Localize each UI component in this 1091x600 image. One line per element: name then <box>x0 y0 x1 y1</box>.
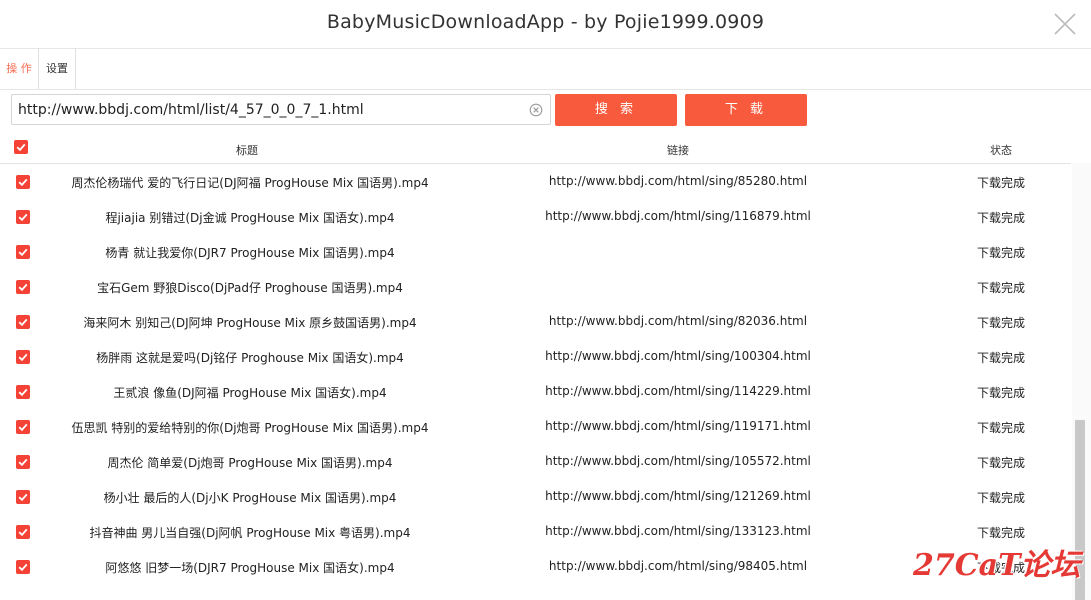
row-title: 周杰伦 简单爱(Dj炮哥 ProgHouse Mix 国语男).mp4 <box>107 456 393 470</box>
title-bar: BabyMusicDownloadApp - by Pojie1999.0909 <box>0 0 1091 49</box>
check-icon <box>18 423 28 432</box>
row-title: 程jiajia 别错过(Dj金诚 ProgHouse Mix 国语女).mp4 <box>105 211 395 225</box>
clear-circle-icon[interactable] <box>529 103 543 117</box>
row-status: 下载完成 <box>976 246 1025 260</box>
row-checkbox[interactable] <box>16 560 30 574</box>
row-checkbox[interactable] <box>16 455 30 469</box>
close-icon <box>1054 13 1076 35</box>
row-status: 下载完成 <box>976 316 1025 330</box>
table-row[interactable]: 周杰伦杨瑞代 爱的飞行日记(DJ阿福 ProgHouse Mix 国语男).mp… <box>0 165 1071 200</box>
row-checkbox[interactable] <box>16 350 30 364</box>
row-title: 宝石Gem 野狼Disco(DjPad仔 Proghouse 国语男).mp4 <box>97 281 403 295</box>
table-row[interactable]: 程jiajia 别错过(Dj金诚 ProgHouse Mix 国语女).mp4 h… <box>0 200 1071 235</box>
row-link: http://www.bbdj.com/html/sing/133123.htm… <box>545 524 811 538</box>
row-title: 抖音神曲 男儿当自强(Dj阿帆 ProgHouse Mix 粤语男).mp4 <box>89 526 411 540</box>
header-link[interactable]: 链接 <box>450 142 906 158</box>
window-title: BabyMusicDownloadApp - by Pojie1999.0909 <box>326 11 765 33</box>
table-header: 标题 链接 状态 <box>0 136 1071 164</box>
table-body: 抖音神曲 孤勇者(DJ阿福 ProgHouse Mix 国语男).mp4http… <box>0 136 1071 585</box>
toolbar: 搜 索 下 载 <box>0 90 1091 132</box>
row-link: http://www.bbdj.com/html/sing/100304.htm… <box>545 349 811 363</box>
row-link: http://www.bbdj.com/html/sing/116879.htm… <box>545 209 811 223</box>
row-checkbox[interactable] <box>16 385 30 399</box>
check-icon <box>18 178 28 187</box>
row-status: 下载完成 <box>976 456 1025 470</box>
tab-operation[interactable]: 操 作 <box>0 48 39 89</box>
row-title: 王贰浪 像鱼(DJ阿福 ProgHouse Mix 国语女).mp4 <box>113 386 387 400</box>
table-row[interactable]: 周杰伦 简单爱(Dj炮哥 ProgHouse Mix 国语男).mp4 http:… <box>0 445 1071 480</box>
watermark-logo: 27CaT论坛 <box>913 548 1081 583</box>
table-row[interactable]: 海来阿木 别知己(DJ阿坤 ProgHouse Mix 原乡鼓国语男).mp4 h… <box>0 305 1071 340</box>
row-title: 杨青 就让我爱你(DJR7 ProgHouse Mix 国语男).mp4 <box>105 246 395 260</box>
vertical-scrollbar[interactable] <box>1072 163 1091 600</box>
row-checkbox[interactable] <box>16 315 30 329</box>
check-icon <box>18 213 28 222</box>
table-row[interactable]: 伍思凯 特别的爱给特别的你(Dj炮哥 ProgHouse Mix 国语男).mp… <box>0 410 1071 445</box>
url-input[interactable] <box>18 98 523 121</box>
row-link: http://www.bbdj.com/html/sing/105572.htm… <box>545 454 811 468</box>
check-icon <box>18 388 28 397</box>
row-status: 下载完成 <box>976 176 1025 190</box>
download-button[interactable]: 下 载 <box>685 94 807 126</box>
table-row[interactable]: 杨小壮 最后的人(Dj小K ProgHouse Mix 国语男).mp4 http… <box>0 480 1071 515</box>
song-table: 标题 链接 状态 抖音神曲 孤勇者(DJ阿福 ProgHouse Mix 国语男… <box>0 136 1071 600</box>
row-link: http://www.bbdj.com/html/sing/121269.htm… <box>545 489 811 503</box>
row-link: http://www.bbdj.com/html/sing/114229.htm… <box>545 384 811 398</box>
row-checkbox[interactable] <box>16 280 30 294</box>
check-icon <box>18 458 28 467</box>
row-checkbox[interactable] <box>16 490 30 504</box>
url-field <box>11 94 551 125</box>
check-icon <box>18 528 28 537</box>
tab-settings[interactable]: 设置 <box>39 48 76 89</box>
header-status[interactable]: 状态 <box>946 142 1056 158</box>
row-checkbox[interactable] <box>16 420 30 434</box>
row-status: 下载完成 <box>976 491 1025 505</box>
row-title: 伍思凯 特别的爱给特别的你(Dj炮哥 ProgHouse Mix 国语男).mp… <box>71 421 429 435</box>
select-all-checkbox[interactable] <box>14 140 28 154</box>
check-icon <box>18 283 28 292</box>
row-title: 周杰伦杨瑞代 爱的飞行日记(DJ阿福 ProgHouse Mix 国语男).mp… <box>71 176 429 190</box>
row-checkbox[interactable] <box>16 175 30 189</box>
table-row[interactable]: 阿悠悠 旧梦一场(DJR7 ProgHouse Mix 国语女).mp4 http… <box>0 550 1071 585</box>
table-row[interactable]: 王贰浪 像鱼(DJ阿福 ProgHouse Mix 国语女).mp4 http:/… <box>0 375 1071 410</box>
row-link: http://www.bbdj.com/html/sing/82036.html <box>548 314 808 328</box>
close-button[interactable] <box>1047 6 1083 42</box>
check-icon <box>18 493 28 502</box>
table-row[interactable]: 杨青 就让我爱你(DJR7 ProgHouse Mix 国语男).mp4 下载完成 <box>0 235 1071 270</box>
row-title: 杨胖雨 这就是爱吗(Dj铭仔 Proghouse Mix 国语女).mp4 <box>96 351 404 365</box>
row-title: 杨小壮 最后的人(Dj小K ProgHouse Mix 国语男).mp4 <box>103 491 397 505</box>
row-status: 下载完成 <box>976 351 1025 365</box>
check-icon <box>18 318 28 327</box>
row-status: 下载完成 <box>976 211 1025 225</box>
row-checkbox[interactable] <box>16 245 30 259</box>
row-link: http://www.bbdj.com/html/sing/98405.html <box>548 559 808 573</box>
header-title[interactable]: 标题 <box>44 142 450 158</box>
row-link: http://www.bbdj.com/html/sing/85280.html <box>548 174 808 188</box>
row-status: 下载完成 <box>976 421 1025 435</box>
row-status: 下载完成 <box>976 281 1025 295</box>
table-row[interactable]: 杨胖雨 这就是爱吗(Dj铭仔 Proghouse Mix 国语女).mp4 htt… <box>0 340 1071 375</box>
check-icon <box>18 248 28 257</box>
check-icon <box>18 563 28 572</box>
row-title: 海来阿木 别知己(DJ阿坤 ProgHouse Mix 原乡鼓国语男).mp4 <box>83 316 417 330</box>
table-row[interactable]: 宝石Gem 野狼Disco(DjPad仔 Proghouse 国语男).mp4 下… <box>0 270 1071 305</box>
check-icon <box>18 353 28 362</box>
tab-bar: 操 作 设置 <box>0 48 1091 90</box>
row-checkbox[interactable] <box>16 210 30 224</box>
check-icon <box>16 143 26 152</box>
table-row[interactable]: 抖音神曲 男儿当自强(Dj阿帆 ProgHouse Mix 粤语男).mp4 ht… <box>0 515 1071 550</box>
row-status: 下载完成 <box>976 386 1025 400</box>
row-link: http://www.bbdj.com/html/sing/119171.htm… <box>545 419 811 433</box>
row-status: 下载完成 <box>976 526 1025 540</box>
row-checkbox[interactable] <box>16 525 30 539</box>
row-title: 阿悠悠 旧梦一场(DJR7 ProgHouse Mix 国语女).mp4 <box>105 561 395 575</box>
search-button[interactable]: 搜 索 <box>555 94 677 126</box>
